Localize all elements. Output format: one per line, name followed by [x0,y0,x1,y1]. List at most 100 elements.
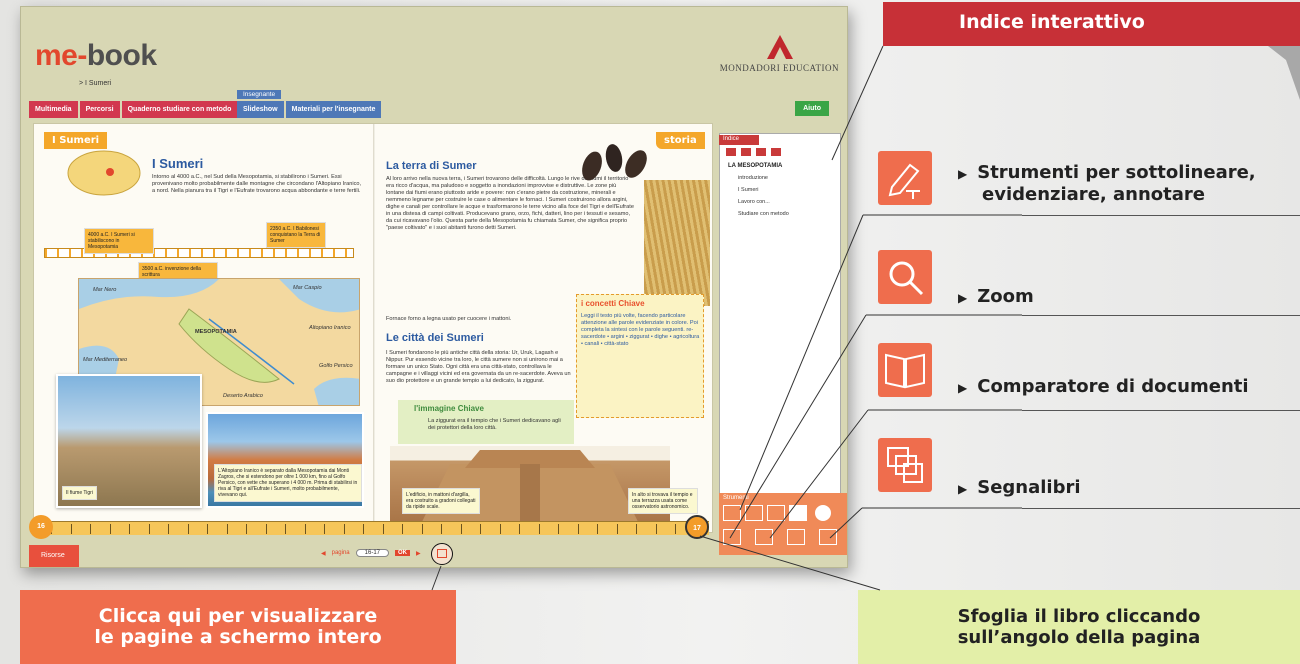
separator-2 [1022,315,1300,316]
index-view-button-4[interactable] [770,147,782,157]
image-key-title: l'immagine Chiave [414,404,484,413]
index-item-metodo[interactable]: Studiare con metodo [720,208,840,220]
timeline-tick [70,524,72,534]
tab-teacher-materials[interactable]: Materiali per l'insegnante [285,101,382,118]
book-spine [373,124,375,534]
tab-row-teacher: Slideshow Materiali per l'insegnante [237,101,383,118]
fullscreen-button[interactable] [431,543,453,565]
timeline-tick [675,524,676,534]
key-concepts-title: i concetti Chiave [581,299,645,308]
pen-tool-icon[interactable] [723,505,741,521]
timeline-tick [187,524,189,534]
timeline-tick [265,524,267,534]
page-timeline-bar[interactable] [43,521,709,535]
timeline-tick [207,524,208,534]
photo-iranian-plateau: L'Altopiano Iranico è separato dalla Mes… [206,412,364,508]
ziggurat-photo [390,446,670,526]
index-view-button-1[interactable] [725,147,737,157]
help-button[interactable]: Aiuto [795,101,829,116]
timeline-tick [441,524,442,534]
feature-compare-icon [878,343,932,397]
timeline-tick [558,524,559,534]
intro-text: Intorno al 4000 a.C., nel Sud della Meso… [152,174,362,194]
book-spread: I Sumeri I Sumeri Intorno al 4000 a.C., … [33,123,713,534]
key-concepts-box: i concetti Chiave Leggi il testo più vol… [576,294,704,418]
glossary-fornace: Fornace forno a legna usato per cuocere … [386,316,512,322]
text-land-of-sumer: Al loro arrivo nella nuova terra, i Sume… [386,176,634,231]
timeline-tick [460,524,462,534]
tab-slideshow[interactable]: Slideshow [237,101,284,118]
map-label-mediterranean: Mar Mediterraneo [83,357,128,363]
fullscreen-callout: Clicca qui per visualizzare le pagine a … [20,590,456,664]
flip-page-callout: Sfoglia il libro cliccando sull’angolo d… [858,590,1300,664]
box-tool-icon[interactable] [767,505,785,521]
prev-page-arrow-icon[interactable]: ◀ [321,550,326,557]
timeline-tick [597,524,598,534]
banner-fold-decoration [1268,46,1300,100]
teacher-label: Insegnante [237,90,282,99]
resources-button[interactable]: Risorse [29,545,79,567]
page-ok-button[interactable]: OK [395,550,411,556]
note-top-temple: In alto si trovava il tempio e una terra… [628,488,698,514]
timeline-tick [285,524,286,534]
page-number-input[interactable]: 16-17 [355,549,390,557]
tab-percorsi[interactable]: Percorsi [79,101,120,118]
index-tab[interactable]: Indice [719,135,759,145]
timeline-tick [499,524,501,534]
flip-callout-line1: Sfoglia il libro cliccando [957,606,1201,627]
timeline-event-2350: 2350 a.C. I Babilonesi conquistano la Te… [266,222,326,248]
index-banner: Indice interattivo [883,2,1300,46]
caption-plateau: L'Altopiano Iranico è separato dalla Mes… [214,464,362,502]
tab-quaderno[interactable]: Quaderno studiare con metodo [121,101,238,118]
tools-label: Strumenti [723,495,749,501]
map-label-caspian: Mar Caspio [293,285,322,291]
page-title-sumeri: I Sumeri [152,156,204,171]
highlight-tool-icon[interactable] [745,505,763,521]
pager-label: pagina [331,550,350,556]
timeline-tick [109,524,111,534]
index-item-sumeri[interactable]: I Sumeri [720,184,840,196]
zoom-tool-icon[interactable] [723,529,741,545]
page-number-left[interactable]: 16 [29,515,53,539]
separator-3 [1022,410,1300,411]
image-key-text: La ziggurat era il tempio che i Sumeri d… [428,418,561,431]
page-corner-next[interactable]: 17 [685,515,709,539]
timeline-tick [90,524,91,534]
index-heading[interactable]: LA MESOPOTAMIA [720,160,840,172]
tools-panel: Strumenti [719,493,847,555]
heading-sumerian-cities: Le città dei Sumeri [386,332,484,344]
timeline-event-4000: 4000 a.C. I Sumeri si stabiliscono in Me… [84,228,154,254]
index-view-button-2[interactable] [740,147,752,157]
key-concepts-text: Leggi il testo più volte, facendo partic… [581,313,700,347]
tab-multimedia[interactable]: Multimedia [29,101,78,118]
separator-4 [1022,508,1300,509]
map-label-mesopotamia: MESOPOTAMIA [195,329,237,335]
index-view-buttons [725,147,782,157]
feature-bookmarks-icon [878,438,932,492]
circle-tool-icon[interactable] [815,505,831,521]
timeline-tick [655,524,657,534]
next-page-arrow-icon[interactable]: ▶ [416,550,421,557]
timeline-tick [304,524,306,534]
compare-tool-icon[interactable] [755,529,773,545]
caption-tigris: Il fiume Tigri [62,486,97,500]
separator-1 [1022,215,1300,216]
timeline-tick [616,524,618,534]
ebook-app-window: me-book > I Sumeri MONDADORI EDUCATION M… [20,6,848,568]
bookmark-tool-icon[interactable] [819,529,837,545]
index-view-button-3[interactable] [755,147,767,157]
fullscreen-tool-icon[interactable] [787,529,805,545]
timeline-tick [168,524,169,534]
publisher-name: MONDADORI EDUCATION [719,63,839,73]
timeline-tick [636,524,637,534]
timeline-tick [480,524,481,534]
flip-callout-line2: sull’angolo della pagina [957,627,1201,648]
fill-tool-icon[interactable] [789,505,807,521]
tab-row-main: Multimedia Percorsi Quaderno studiare co… [29,101,239,118]
index-item-lavoro[interactable]: Lavoro con... [720,196,840,208]
timeline-tick [129,524,130,534]
index-item-introduzione[interactable]: introduzione [720,172,840,184]
feature-zoom-label: ▶ Zoom [958,286,1034,307]
timeline-tick [382,524,384,534]
fullscreen-icon [437,549,447,558]
